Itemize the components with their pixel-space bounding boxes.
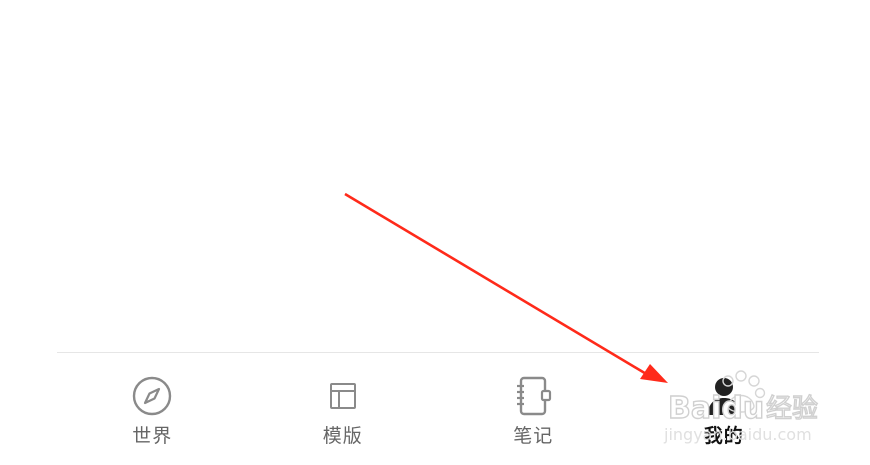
template-icon bbox=[321, 374, 365, 418]
user-icon bbox=[702, 374, 746, 418]
tab-templates[interactable]: 模版 bbox=[248, 353, 439, 465]
tab-world-label: 世界 bbox=[132, 425, 173, 447]
tab-notes[interactable]: 笔记 bbox=[438, 353, 629, 465]
app-screen: 世界 模版 笔记 我的 Baidu 经验 jingyan.baidu.com bbox=[0, 0, 870, 465]
tab-world[interactable]: 世界 bbox=[57, 353, 248, 465]
content-area bbox=[0, 0, 870, 352]
compass-icon bbox=[130, 374, 174, 418]
tab-templates-label: 模版 bbox=[322, 425, 363, 447]
tab-notes-label: 笔记 bbox=[513, 425, 554, 447]
tab-mine-label: 我的 bbox=[703, 425, 744, 447]
bottom-tab-bar: 世界 模版 笔记 我的 bbox=[57, 353, 819, 465]
notebook-icon bbox=[511, 374, 555, 418]
tab-mine[interactable]: 我的 bbox=[629, 353, 820, 465]
